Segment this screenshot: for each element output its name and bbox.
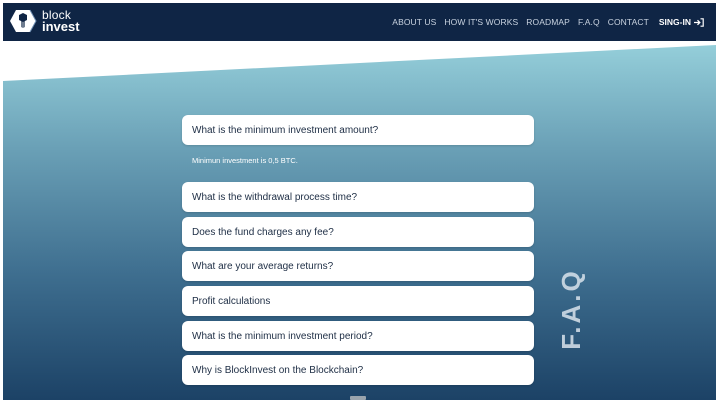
faq-question-2[interactable]: What is the withdrawal process time? xyxy=(182,182,534,212)
brand-logo[interactable]: block invest xyxy=(9,9,80,33)
nav-link-roadmap[interactable]: ROADMAP xyxy=(526,17,570,27)
nav-link-how-it-works[interactable]: HOW IT'S WORKS xyxy=(444,17,518,27)
nav-link-about-us[interactable]: ABOUT US xyxy=(392,17,436,27)
faq-question-1[interactable]: What is the minimum investment amount? xyxy=(182,115,534,145)
sign-in-label: SING-IN xyxy=(658,17,691,27)
browser-viewport: block invest ABOUT US HOW IT'S WORKS ROA… xyxy=(3,3,716,400)
nav-links: ABOUT US HOW IT'S WORKS ROADMAP F.A.Q CO… xyxy=(384,3,704,41)
scrollbar-handle[interactable] xyxy=(350,396,366,400)
nav-link-contact[interactable]: CONTACT xyxy=(608,17,649,27)
faq-vertical-heading: F.A.Q xyxy=(556,268,586,350)
faq-question-7[interactable]: Why is BlockInvest on the Blockchain? xyxy=(182,355,534,385)
sign-in-icon xyxy=(694,17,704,27)
brand-line-2: invest xyxy=(42,19,80,34)
faq-answer-1: Minimun investment is 0,5 BTC. xyxy=(192,156,298,165)
header-diagonal-divider xyxy=(3,41,716,81)
faq-section: F.A.Q What is the minimum investment amo… xyxy=(3,41,716,400)
faq-question-5[interactable]: Profit calculations xyxy=(182,286,534,316)
logo-hexagon-icon xyxy=(10,9,37,33)
sign-in-button[interactable]: SING-IN xyxy=(659,17,704,27)
faq-question-3[interactable]: Does the fund charges any fee? xyxy=(182,217,534,247)
top-navbar: block invest ABOUT US HOW IT'S WORKS ROA… xyxy=(3,3,716,41)
faq-question-6[interactable]: What is the minimum investment period? xyxy=(182,321,534,351)
nav-link-faq[interactable]: F.A.Q xyxy=(578,17,600,27)
faq-question-4[interactable]: What are your average returns? xyxy=(182,251,534,281)
